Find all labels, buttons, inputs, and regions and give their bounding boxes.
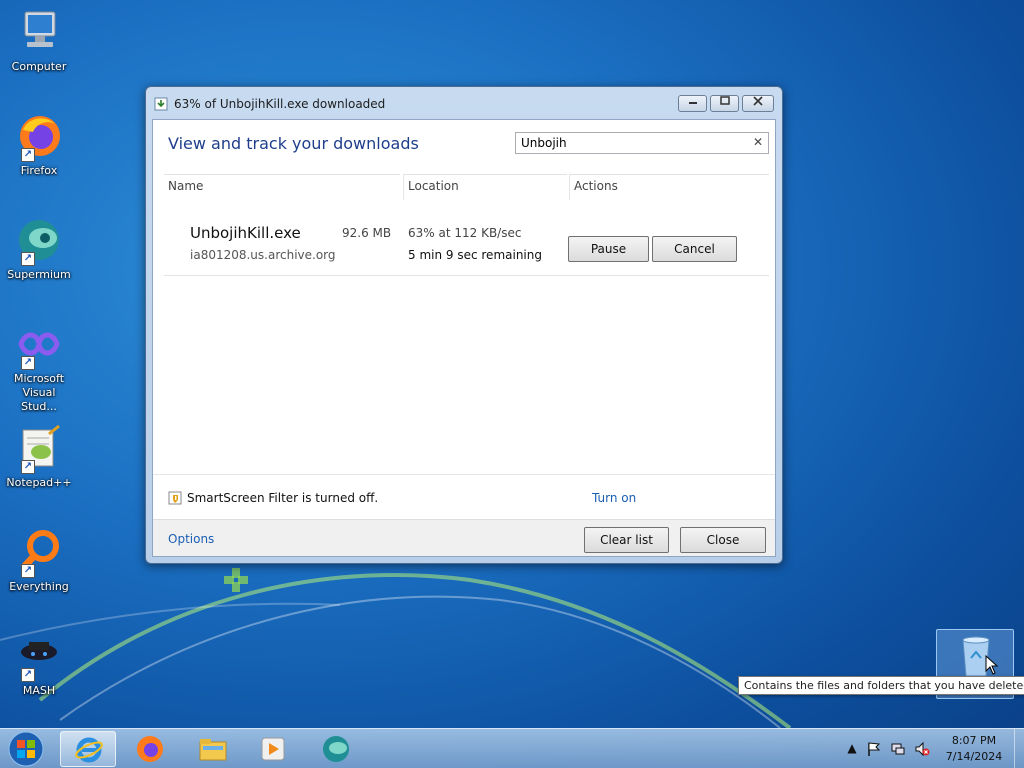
taskbar-firefox[interactable] [122,731,178,767]
window-footer: Options Clear list Close [153,519,775,556]
clear-search-icon[interactable]: ✕ [753,135,763,149]
taskbar-internet-explorer[interactable] [60,731,116,767]
clock-date: 7/14/2024 [945,750,1003,763]
desktop-icon-label: Microsoft Visual Stud... [13,372,65,413]
minimize-button[interactable] [678,95,707,112]
action-center-flag-icon[interactable] [866,741,882,757]
window-close-button[interactable] [742,95,774,112]
everything-search-icon: ↗ [15,528,63,578]
download-icon [154,97,168,111]
search-input[interactable]: Unbojih ✕ [515,132,769,154]
shield-warning-icon [168,491,182,505]
internet-explorer-icon [75,737,103,763]
column-header-location[interactable]: Location [403,174,567,200]
smartscreen-bar: SmartScreen Filter is turned off. Turn o… [153,474,775,518]
shortcut-arrow-icon: ↗ [21,460,35,474]
desktop-icon-everything[interactable]: ↗ Everything [4,528,74,594]
page-title: View and track your downloads [168,134,419,153]
maximize-icon [719,96,730,105]
close-button[interactable]: Close [680,527,766,553]
column-header-name[interactable]: Name [164,174,400,200]
notepad-plus-plus-icon: ↗ [15,424,63,474]
pause-button[interactable]: Pause [568,236,649,262]
mash-icon: ↗ [15,632,63,682]
firefox-icon [137,736,163,762]
recycle-bin-tooltip: Contains the files and folders that you … [738,676,1024,695]
system-clock[interactable]: 8:07 PM 7/14/2024 [936,733,1012,765]
downloads-window: 63% of UnbojihKill.exe downloaded View a… [145,86,783,564]
desktop-icon-label: Notepad++ [6,476,72,489]
download-row: UnbojihKill.exe ia801208.us.archive.org … [164,214,769,276]
shortcut-arrow-icon: ↗ [21,668,35,682]
shortcut-arrow-icon: ↗ [21,252,35,266]
taskbar: ▲ 8:07 PM 7/14/2024 [0,728,1024,768]
visual-studio-icon: ↗ [15,320,63,370]
desktop-icon-label: Everything [9,580,69,593]
network-icon[interactable] [890,741,906,757]
shortcut-arrow-icon: ↗ [21,356,35,370]
start-button[interactable] [4,730,48,768]
computer-icon [15,8,63,56]
desktop-icon-notepad-plus-plus[interactable]: ↗ Notepad++ [4,424,74,490]
taskbar-explorer[interactable] [185,731,241,767]
desktop-icon-firefox[interactable]: ↗ Firefox [4,112,74,178]
supermium-icon [323,736,349,762]
desktop-icon-label: Computer [11,60,67,73]
folder-icon [199,739,227,761]
download-progress-text: 63% at 112 KB/sec [408,226,522,240]
close-icon [753,96,763,106]
window-title: 63% of UnbojihKill.exe downloaded [174,97,386,111]
desktop-icon-visual-studio[interactable]: ↗ Microsoft Visual Stud... [4,320,74,414]
downloads-panel: View and track your downloads Unbojih ✕ … [152,119,776,557]
column-header-actions[interactable]: Actions [569,174,769,200]
title-bar[interactable]: 63% of UnbojihKill.exe downloaded [146,87,782,119]
firefox-icon: ↗ [15,112,63,162]
taskbar-supermium[interactable] [308,731,364,767]
shortcut-arrow-icon: ↗ [21,148,35,162]
smartscreen-status: SmartScreen Filter is turned off. [187,491,379,505]
minimize-icon [688,102,697,104]
desktop-icon-label: Supermium [7,268,71,281]
download-time-remaining: 5 min 9 sec remaining [408,248,542,262]
mouse-cursor-icon [985,655,999,675]
desktop-icon-label: MASH [22,684,56,697]
taskbar-media-player[interactable] [245,731,301,767]
show-hidden-icons-icon[interactable]: ▲ [844,741,860,757]
desktop-icon-computer[interactable]: Computer [4,8,74,74]
media-player-icon [261,737,285,761]
supermium-icon: ↗ [15,216,63,266]
desktop-icon-supermium[interactable]: ↗ Supermium [4,216,74,282]
download-host: ia801208.us.archive.org [190,248,336,262]
maximize-button[interactable] [710,95,739,112]
shortcut-arrow-icon: ↗ [21,564,35,578]
show-desktop-button[interactable] [1014,729,1024,768]
download-size: 92.6 MB [342,226,392,240]
desktop-icon-label: Firefox [20,164,58,177]
clock-time: 8:07 PM [951,734,997,747]
desktop-icon-mash[interactable]: ↗ MASH [4,632,74,698]
options-link[interactable]: Options [168,532,214,546]
search-input-value: Unbojih [521,136,567,150]
windows-logo-icon [8,731,44,767]
clear-list-button[interactable]: Clear list [584,527,669,553]
download-file-name: UnbojihKill.exe [190,224,301,242]
cancel-button[interactable]: Cancel [652,236,737,262]
volume-muted-icon[interactable] [914,741,930,757]
turn-on-link[interactable]: Turn on [592,491,636,505]
